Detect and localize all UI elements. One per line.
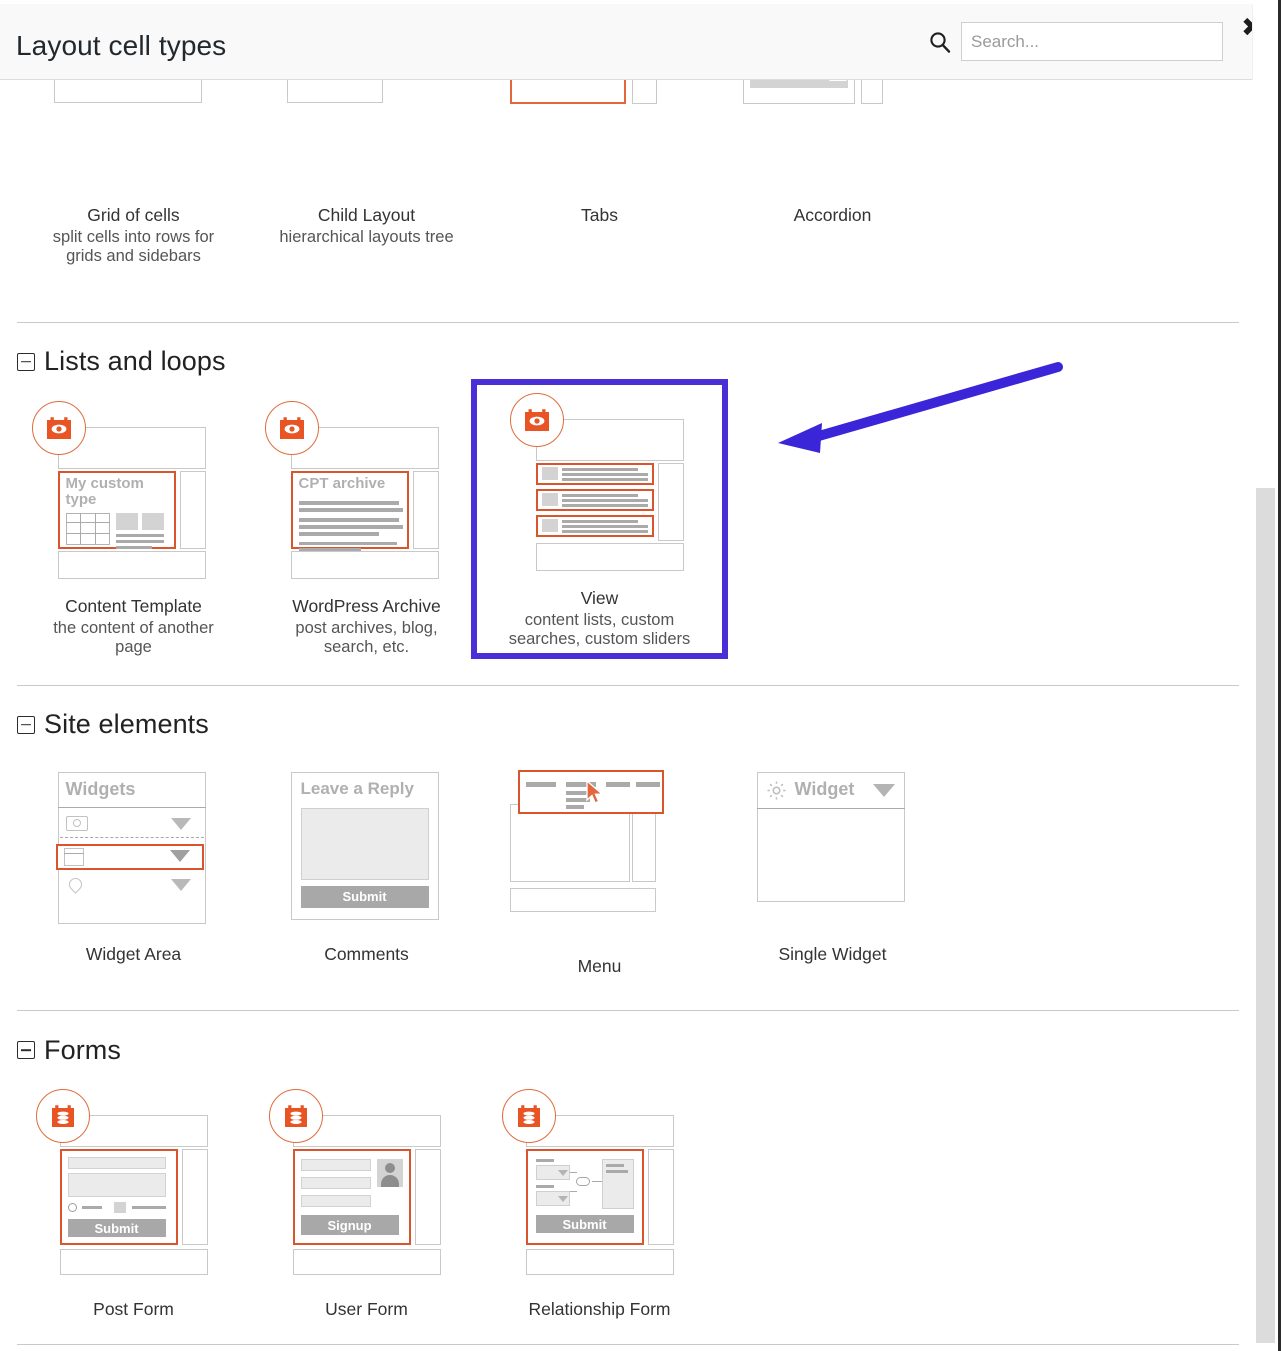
card-label: WordPress Archive <box>292 596 440 617</box>
card-label: Tabs <box>581 205 618 226</box>
post-form-thumb: Submit <box>34 1089 234 1279</box>
card-label: Post Form <box>93 1299 174 1320</box>
card-label: Widget Area <box>86 944 181 965</box>
comments-thumb: Leave a Reply Submit <box>267 766 467 926</box>
section-divider <box>17 685 1239 686</box>
grid-of-cells-thumb <box>34 80 234 195</box>
card-content-template[interactable]: My custom type Content <box>17 387 250 667</box>
wordpress-archive-thumb: CPT archive <box>267 401 467 586</box>
thumb-caption: My custom type <box>66 476 176 508</box>
card-description: hierarchical layouts tree <box>279 228 453 247</box>
card-view[interactable]: View content lists, custom searches, cus… <box>471 379 728 659</box>
thumb-submit-button: Submit <box>536 1215 634 1233</box>
card-label: Child Layout <box>318 205 415 226</box>
thumb-submit-button: Submit <box>68 1219 166 1237</box>
section-layout-cells: Grid of cells split cells into rows for … <box>0 80 1256 323</box>
forms-badge-icon <box>502 1089 556 1143</box>
section-title: Lists and loops <box>44 346 226 377</box>
page-title: Layout cell types <box>16 30 226 62</box>
section-title: Forms <box>44 1035 121 1066</box>
thumb-caption: Widgets <box>66 780 136 799</box>
card-description: the content of another page <box>36 619 231 657</box>
view-thumb <box>500 393 700 578</box>
views-badge-icon <box>265 401 319 455</box>
card-label: Grid of cells <box>87 205 179 226</box>
widget-area-thumb: Widgets <box>34 766 234 926</box>
collapse-toggle-icon[interactable] <box>17 716 35 734</box>
child-layout-thumb <box>267 80 467 195</box>
card-single-widget[interactable]: Widget Single Widget <box>716 752 949 975</box>
card-label: Content Template <box>65 596 202 617</box>
card-user-form[interactable]: Signup User Form <box>250 1075 483 1330</box>
search-input[interactable] <box>961 22 1223 61</box>
gear-icon <box>765 779 788 807</box>
section-divider <box>17 322 1239 323</box>
modal-header: Layout cell types <box>0 4 1256 80</box>
collapse-toggle-icon[interactable] <box>17 353 35 371</box>
section-header-site-elements[interactable]: Site elements <box>0 704 1256 746</box>
card-wordpress-archive[interactable]: CPT archive WordPress Archive post archi… <box>250 387 483 667</box>
accordion-thumb <box>733 80 933 195</box>
card-description: post archives, blog, search, etc. <box>269 619 464 657</box>
card-description: split cells into rows for grids and side… <box>36 228 231 266</box>
user-form-thumb: Signup <box>267 1089 467 1279</box>
tabs-thumb <box>500 80 700 195</box>
card-grid-of-cells[interactable]: Grid of cells split cells into rows for … <box>17 80 250 276</box>
card-label: User Form <box>325 1299 408 1320</box>
card-tabs[interactable]: Tabs <box>483 80 716 236</box>
layout-cell-types-modal: Layout cell types ✖ <box>0 0 1281 1351</box>
section-site-elements: Site elements Widgets <box>0 704 1256 1012</box>
card-widget-area[interactable]: Widgets <box>17 752 250 975</box>
menu-thumb <box>500 766 700 926</box>
section-divider <box>17 1344 1239 1345</box>
section-lists-and-loops: Lists and loops <box>0 341 1256 686</box>
card-row-layout: Grid of cells split cells into rows for … <box>0 80 1256 276</box>
card-menu[interactable]: Menu <box>483 752 716 987</box>
scrollbar-thumb[interactable] <box>1254 488 1275 1343</box>
card-label: Relationship Form <box>529 1299 671 1320</box>
thumb-submit-button: Submit <box>301 886 429 908</box>
card-relationship-form[interactable]: Submit Relationship Form <box>483 1075 716 1330</box>
thumb-signup-button: Signup <box>301 1215 399 1235</box>
card-row-site-elements: Widgets <box>0 752 1256 987</box>
single-widget-thumb: Widget <box>733 766 933 926</box>
views-badge-icon <box>510 393 564 447</box>
card-label: Accordion <box>794 205 872 226</box>
card-child-layout[interactable]: Child Layout hierarchical layouts tree <box>250 80 483 257</box>
card-accordion[interactable]: Accordion <box>716 80 949 236</box>
section-header-lists-and-loops[interactable]: Lists and loops <box>0 341 1256 383</box>
thumb-caption: CPT archive <box>299 476 409 492</box>
card-label: Comments <box>324 944 409 965</box>
relationship-form-thumb: Submit <box>500 1089 700 1279</box>
card-label: Single Widget <box>779 944 887 965</box>
section-forms: Forms <box>0 1029 1256 1345</box>
views-badge-icon <box>32 401 86 455</box>
forms-badge-icon <box>36 1089 90 1143</box>
thumb-caption: Leave a Reply <box>301 780 414 798</box>
thumb-caption: Widget <box>795 780 855 799</box>
forms-badge-icon <box>269 1089 323 1143</box>
search-icon <box>925 27 955 57</box>
cell-types-list: Grid of cells split cells into rows for … <box>0 80 1256 1351</box>
section-divider <box>17 1010 1239 1011</box>
card-post-form[interactable]: Submit Post Form <box>17 1075 250 1330</box>
card-row-forms: Submit Post Form <box>0 1075 1256 1330</box>
collapse-toggle-icon[interactable] <box>17 1041 35 1059</box>
content-template-thumb: My custom type <box>34 401 234 586</box>
card-row-lists-and-loops: My custom type Content <box>0 387 1256 667</box>
card-comments[interactable]: Leave a Reply Submit Comments <box>250 752 483 975</box>
search-area <box>925 22 1223 61</box>
section-title: Site elements <box>44 709 209 740</box>
section-header-forms[interactable]: Forms <box>0 1029 1256 1071</box>
card-label: View <box>581 588 619 609</box>
card-label: Menu <box>578 956 622 977</box>
card-description: content lists, custom searches, custom s… <box>502 611 697 649</box>
cursor-icon <box>586 780 608 811</box>
